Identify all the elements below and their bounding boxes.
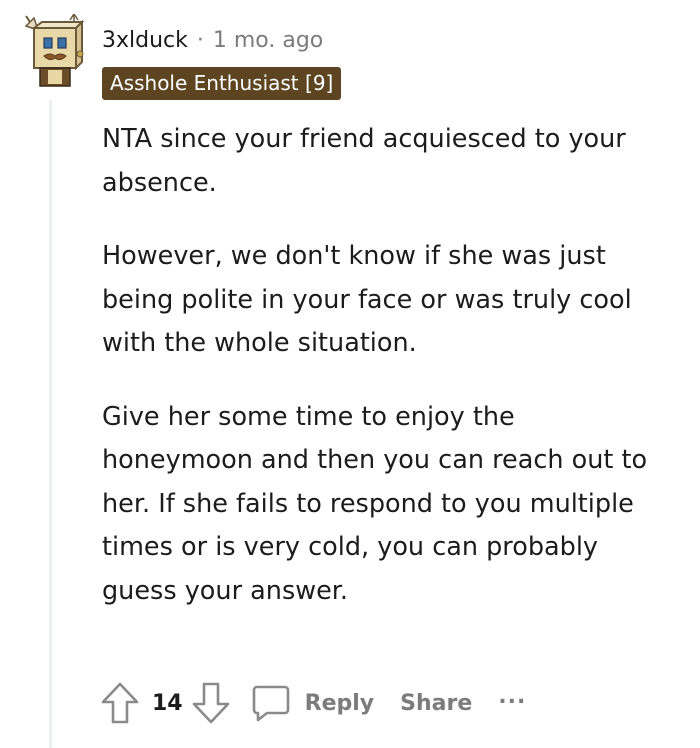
vote-score: 14 (152, 690, 183, 716)
speech-bubble-icon (251, 683, 291, 723)
comment-paragraph: However, we don't know if she was just b… (102, 241, 632, 358)
comment-paragraph: NTA since your friend acquiesced to your… (102, 124, 626, 198)
more-options-button[interactable]: ... (498, 684, 526, 709)
upvote-arrow-icon[interactable] (100, 681, 140, 725)
cardboard-box-avatar-icon (24, 12, 85, 87)
comment-actions: 14 Reply Share ... (100, 678, 526, 728)
comment-body: NTA since your friend acquiesced to your… (102, 118, 662, 643)
share-button[interactable]: Share (400, 691, 472, 716)
timestamp[interactable]: 1 mo. ago (213, 26, 323, 56)
comment-header: 3xlduck · 1 mo. ago (102, 26, 323, 56)
reply-button[interactable]: Reply (251, 683, 375, 723)
downvote-arrow-icon[interactable] (191, 681, 231, 725)
thread-line[interactable] (49, 100, 52, 748)
reply-label: Reply (304, 690, 375, 716)
comment-paragraph: Give her some time to enjoy the honeymoo… (102, 401, 648, 606)
user-avatar[interactable] (20, 12, 88, 92)
meta-separator: · (196, 28, 204, 53)
username[interactable]: 3xlduck (102, 26, 188, 56)
user-flair: Asshole Enthusiast [9] (102, 67, 342, 100)
